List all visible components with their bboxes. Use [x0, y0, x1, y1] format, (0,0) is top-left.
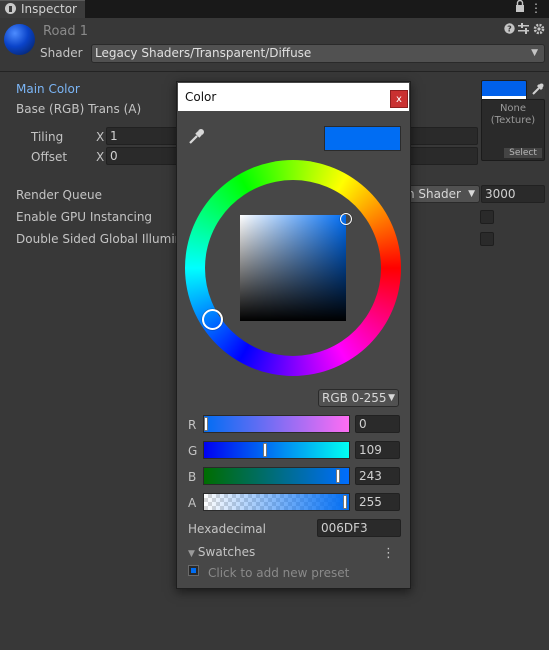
eyedropper-icon[interactable]	[187, 126, 207, 146]
help-icon[interactable]: ?	[504, 23, 515, 37]
dropdown-caret-icon: ▼	[468, 189, 475, 199]
offset-x-value: 0	[110, 149, 118, 163]
preset-icon[interactable]	[518, 23, 529, 37]
render-queue-mode: n Shader	[407, 187, 461, 201]
header-divider	[0, 71, 549, 72]
texture-none-label: None (Texture)	[490, 103, 536, 126]
dropdown-caret-icon: ▼	[531, 48, 538, 58]
channel-b-thumb[interactable]	[336, 469, 340, 483]
inspector-icon	[5, 3, 16, 14]
kebab-menu-icon[interactable]: ⋮	[382, 547, 395, 560]
channel-a-value: 255	[359, 495, 382, 509]
channel-r-label: R	[188, 418, 197, 432]
channel-g-label: G	[188, 444, 198, 458]
saturation-value-square[interactable]	[240, 215, 346, 321]
channel-a-slider[interactable]	[203, 493, 350, 511]
channel-g-value: 109	[359, 443, 382, 457]
material-preview-sphere	[4, 24, 35, 55]
foldout-triangle-icon: ▼	[188, 549, 195, 559]
eyedropper-icon[interactable]	[529, 80, 545, 98]
hue-wheel[interactable]	[185, 160, 401, 376]
tiling-x-value: 1	[110, 129, 118, 143]
channel-g-slider[interactable]	[203, 441, 350, 459]
gpu-instancing-label: Enable GPU Instancing	[16, 210, 153, 224]
sv-handle[interactable]	[340, 213, 352, 225]
tab-inspector[interactable]: Inspector	[0, 0, 85, 18]
texture-slot[interactable]: None (Texture) Select	[481, 99, 545, 161]
hexadecimal-field[interactable]: 006DF3	[317, 519, 401, 537]
channel-r-value: 0	[359, 417, 367, 431]
channel-a-thumb[interactable]	[343, 495, 347, 509]
render-queue-value: 3000	[485, 187, 516, 201]
channel-r-slider[interactable]	[203, 415, 350, 433]
picker-title: Color	[185, 90, 217, 104]
hexadecimal-value: 006DF3	[321, 521, 368, 535]
main-color-label: Main Color	[16, 82, 80, 96]
channel-a-field[interactable]: 255	[355, 493, 400, 511]
color-mode-value: RGB 0-255	[322, 391, 387, 405]
add-preset-hint[interactable]: Click to add new preset	[208, 566, 349, 580]
object-name: Road 1	[43, 24, 89, 39]
shader-dropdown[interactable]: Legacy Shaders/Transparent/Diffuse ▼	[91, 44, 545, 63]
render-queue-label: Render Queue	[16, 188, 102, 202]
gear-icon[interactable]	[533, 23, 545, 38]
channel-b-label: B	[188, 470, 197, 484]
color-mode-dropdown[interactable]: RGB 0-255 ▼	[318, 389, 399, 407]
main-color-field[interactable]	[481, 80, 527, 100]
hexadecimal-label: Hexadecimal	[188, 522, 266, 536]
svg-text:?: ?	[507, 25, 512, 34]
swatch-icon[interactable]	[188, 565, 199, 576]
lock-icon[interactable]	[514, 0, 526, 16]
double-sided-gi-label: Double Sided Global Illumina	[16, 232, 190, 246]
render-queue-dropdown[interactable]: n Shader ▼	[402, 185, 480, 203]
channel-b-field[interactable]: 243	[355, 467, 400, 485]
kebab-menu-icon[interactable]: ⋮	[530, 0, 542, 16]
close-button[interactable]: x	[390, 90, 408, 108]
channel-g-field[interactable]: 109	[355, 441, 400, 459]
shader-label: Shader	[40, 46, 83, 60]
channel-b-slider[interactable]	[203, 467, 350, 485]
picker-title-bar[interactable]: Color	[178, 83, 409, 111]
swatches-label: Swatches	[197, 545, 256, 559]
texture-select-button[interactable]: Select	[504, 148, 542, 158]
swatches-foldout[interactable]: ▼ Swatches	[188, 545, 255, 559]
hue-handle[interactable]	[202, 309, 223, 330]
color-preview	[324, 126, 401, 151]
tab-inspector-label: Inspector	[21, 2, 77, 16]
shader-value: Legacy Shaders/Transparent/Diffuse	[95, 46, 312, 60]
channel-r-field[interactable]: 0	[355, 415, 400, 433]
channel-g-thumb[interactable]	[263, 443, 267, 457]
double-sided-gi-toggle[interactable]	[480, 232, 494, 246]
channel-r-thumb[interactable]	[204, 417, 208, 431]
channel-b-value: 243	[359, 469, 382, 483]
render-queue-field[interactable]: 3000	[481, 185, 545, 203]
tiling-x-label: X	[96, 130, 105, 144]
channel-a-label: A	[188, 496, 197, 510]
offset-x-label: X	[96, 150, 105, 164]
base-texture-label: Base (RGB) Trans (A)	[16, 102, 142, 116]
gpu-instancing-toggle[interactable]	[480, 210, 494, 224]
offset-label: Offset	[31, 150, 68, 164]
tiling-label: Tiling	[31, 130, 64, 144]
dropdown-caret-icon: ▼	[388, 393, 395, 403]
color-picker-window: Color x RGB 0-255 ▼ R 0 G 109 B 243 A 25…	[176, 81, 411, 589]
